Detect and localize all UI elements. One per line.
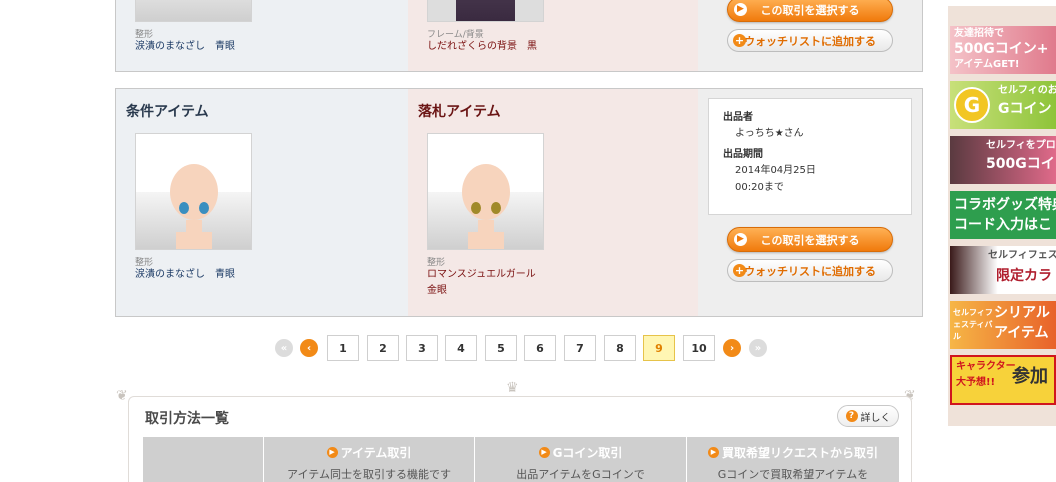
- listing-info-box: 出品者 よっちち★さん 出品期間 2014年04月25日 00:20まで: [708, 98, 912, 215]
- trade-methods-title: 取引方法一覧: [145, 411, 229, 427]
- add-watchlist-button[interactable]: + ウォッチリストに追加する: [727, 29, 893, 52]
- page-5[interactable]: 5: [485, 335, 517, 361]
- condition-column: 条件アイテム 整形 涙潰のまなざし 青眼: [116, 89, 408, 316]
- ornament-center-icon: ♛: [506, 380, 519, 396]
- page-8[interactable]: 8: [604, 335, 636, 361]
- select-trade-button[interactable]: ▶ この取引を選択する: [727, 0, 893, 22]
- bid-item-name[interactable]: ロマンスジュエルガール: [427, 267, 536, 283]
- bid-item-name[interactable]: しだれざくらの背景 黒: [427, 39, 537, 55]
- chevron-right-icon: ▶: [734, 3, 747, 16]
- banner-sidebar: 友達招待で 500Gコイン+ アイテムGET! G セルフィのお Gコイン セル…: [948, 6, 1056, 426]
- listing-info-column: ▶ この取引を選択する + ウォッチリストに追加する: [698, 0, 922, 71]
- trade-methods-table: ▶ アイテム取引 アイテム同士を取引する機能です ▶ Gコイン取引 出品アイテムをG…: [143, 437, 899, 482]
- seller-name[interactable]: よっちち★さん: [723, 125, 897, 142]
- bid-item-name-sub[interactable]: 金眼: [427, 283, 447, 299]
- next-page-icon[interactable]: ›: [723, 339, 741, 357]
- condition-item-image[interactable]: [135, 133, 252, 250]
- add-watchlist-button[interactable]: + ウォッチリストに追加する: [727, 259, 893, 282]
- chevron-right-icon: ▶: [707, 447, 719, 458]
- trade-row: 条件アイテム 整形 涙潰のまなざし 青眼 落札アイテム 整形 ロマンスジュエルガ…: [115, 88, 923, 317]
- bid-item-image[interactable]: [427, 0, 544, 22]
- bid-column: 落札アイテム 整形 ロマンスジュエルガール 金眼: [408, 89, 698, 316]
- page-7[interactable]: 7: [564, 335, 596, 361]
- plus-icon: +: [733, 34, 746, 47]
- select-trade-button[interactable]: ▶ この取引を選択する: [727, 227, 893, 252]
- period-date: 2014年04月25日: [735, 165, 816, 176]
- banner-collab-code[interactable]: コラボグッズ特典 コード入力はこ: [950, 191, 1056, 239]
- details-button[interactable]: ? 詳しく: [837, 405, 899, 427]
- bid-column: フレーム/背景 しだれざくらの背景 黒: [408, 0, 698, 71]
- condition-title: 条件アイテム: [126, 104, 209, 120]
- banner-gcoin[interactable]: G セルフィのお Gコイン: [950, 81, 1056, 129]
- banner-character-prediction[interactable]: キャラクター 大予想!! 参加: [950, 355, 1056, 405]
- method-request-trade: ▶ 買取希望リクエストから取引 Gコインで買取希望アイテムを: [687, 437, 899, 482]
- question-icon: ?: [845, 410, 858, 422]
- chevron-right-icon: ▶: [734, 233, 747, 246]
- bid-item-image[interactable]: [427, 133, 544, 250]
- avatar-face-icon: [170, 164, 218, 249]
- period-label: 出品期間: [723, 149, 763, 160]
- bid-title: 落札アイテム: [418, 104, 501, 120]
- plus-icon: +: [733, 264, 746, 277]
- page-9-current[interactable]: 9: [643, 335, 675, 361]
- banner-invite-friends[interactable]: 友達招待で 500Gコイン+ アイテムGET!: [950, 26, 1056, 74]
- page-1[interactable]: 1: [327, 335, 359, 361]
- method-gcoin-trade: ▶ Gコイン取引 出品アイテムをGコインで: [475, 437, 687, 482]
- coin-icon: G: [954, 87, 990, 123]
- avatar-face-icon: [462, 164, 510, 249]
- condition-item-name[interactable]: 涙潰のまなざし 青眼: [135, 39, 235, 55]
- condition-column: 整形 涙潰のまなざし 青眼: [116, 0, 408, 71]
- page-3[interactable]: 3: [406, 335, 438, 361]
- banner-profile-coin[interactable]: セルフィをプロ 500Gコイ: [950, 136, 1056, 184]
- trade-methods-panel: 取引方法一覧 ? 詳しく ▶ アイテム取引 アイテム同士を取引する機能です ▶ Gコ…: [128, 396, 912, 482]
- prev-page-icon[interactable]: ‹: [300, 339, 318, 357]
- ornament-left-icon: ❦: [116, 388, 128, 404]
- methods-corner-cell: [143, 437, 264, 482]
- chevron-right-icon: ▶: [538, 447, 550, 458]
- condition-item-name[interactable]: 涙潰のまなざし 青眼: [135, 267, 235, 283]
- method-item-trade: ▶ アイテム取引 アイテム同士を取引する機能です: [264, 437, 475, 482]
- condition-item-image[interactable]: [135, 0, 252, 22]
- banner-festival-serial[interactable]: セルフィフェスティバル シリアル アイテム: [950, 301, 1056, 349]
- page-10[interactable]: 10: [683, 335, 715, 361]
- banner-festa-limited[interactable]: セルフィフェスタ 限定カラ: [950, 246, 1056, 294]
- page-2[interactable]: 2: [367, 335, 399, 361]
- period-time: 00:20まで: [735, 182, 784, 193]
- page-6[interactable]: 6: [524, 335, 556, 361]
- trade-row-top: 整形 涙潰のまなざし 青眼 フレーム/背景 しだれざくらの背景 黒 ▶ この取引…: [115, 0, 923, 72]
- first-page-icon[interactable]: «: [275, 339, 293, 357]
- page-4[interactable]: 4: [445, 335, 477, 361]
- seller-label: 出品者: [723, 112, 753, 123]
- last-page-icon[interactable]: »: [749, 339, 767, 357]
- listing-info-column: 出品者 よっちち★さん 出品期間 2014年04月25日 00:20まで ▶ こ…: [698, 89, 922, 316]
- chevron-right-icon: ▶: [326, 447, 338, 458]
